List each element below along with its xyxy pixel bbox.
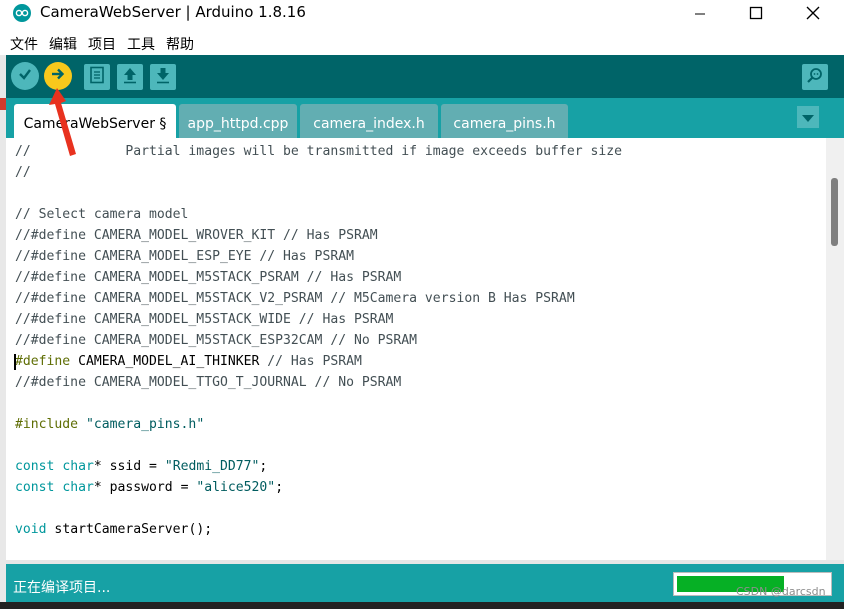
tab-label: CameraWebServer § xyxy=(23,116,167,132)
triangle-down-icon xyxy=(802,108,814,127)
code-line: //#define CAMERA_MODEL_M5STACK_ESP32CAM … xyxy=(15,333,418,348)
menu-file[interactable]: 文件 xyxy=(10,34,38,54)
status-message: 正在编译项目... xyxy=(13,580,111,596)
console-area xyxy=(0,602,844,609)
menu-sketch[interactable]: 项目 xyxy=(88,34,116,54)
code-line: // xyxy=(15,165,31,180)
code-line: //#define CAMERA_MODEL_TTGO_T_JOURNAL //… xyxy=(15,375,402,390)
code-line: #define CAMERA_MODEL_AI_THINKER // Has P… xyxy=(15,354,362,369)
tab-camerawebserver[interactable]: CameraWebServer § xyxy=(14,104,176,138)
code-line: //#define CAMERA_MODEL_M5STACK_PSRAM // … xyxy=(15,270,402,285)
upload-icon xyxy=(50,66,66,86)
tab-app-httpd[interactable]: app_httpd.cpp xyxy=(179,104,297,138)
watermark: CSDN @darcsdn xyxy=(736,585,826,598)
serial-monitor-button[interactable] xyxy=(802,64,828,90)
save-sketch-button[interactable] xyxy=(150,64,176,90)
tab-label: camera_pins.h xyxy=(453,116,556,132)
code-line: //#define CAMERA_MODEL_WROVER_KIT // Has… xyxy=(15,228,378,243)
tab-label: camera_index.h xyxy=(313,116,425,132)
verify-button[interactable] xyxy=(11,62,39,90)
verify-icon xyxy=(17,66,33,86)
maximize-icon[interactable] xyxy=(733,0,779,26)
save-icon xyxy=(155,66,171,88)
code-line: const char* ssid = "Redmi_DD77"; xyxy=(15,459,268,474)
tab-label: app_httpd.cpp xyxy=(187,116,289,132)
window-title: CameraWebServer | Arduino 1.8.16 xyxy=(40,3,306,21)
tab-camera-pins[interactable]: camera_pins.h xyxy=(441,104,568,138)
code-line: const char* password = "alice520"; xyxy=(15,480,284,495)
serial-monitor-icon xyxy=(806,66,824,88)
menu-help[interactable]: 帮助 xyxy=(166,34,194,54)
new-icon xyxy=(89,66,105,88)
menu-tools[interactable]: 工具 xyxy=(127,34,155,54)
tab-camera-index[interactable]: camera_index.h xyxy=(300,104,438,138)
tab-menu-button[interactable] xyxy=(797,106,819,128)
open-sketch-button[interactable] xyxy=(117,64,143,90)
arduino-logo-icon xyxy=(13,4,31,22)
code-line: //#define CAMERA_MODEL_ESP_EYE // Has PS… xyxy=(15,249,354,264)
code-line: void startCameraServer(); xyxy=(15,522,213,537)
annotation-arrow xyxy=(49,88,76,156)
minimize-icon[interactable] xyxy=(677,0,723,26)
menu-edit[interactable]: 编辑 xyxy=(49,34,77,54)
code-line: //#define CAMERA_MODEL_M5STACK_V2_PSRAM … xyxy=(15,291,575,306)
code-line: #include "camera_pins.h" xyxy=(15,417,205,432)
text-cursor xyxy=(14,354,16,370)
close-icon[interactable] xyxy=(790,0,836,26)
code-line: //#define CAMERA_MODEL_M5STACK_WIDE // H… xyxy=(15,312,394,327)
open-icon xyxy=(122,66,138,88)
scrollbar-thumb[interactable] xyxy=(831,178,838,246)
code-editor[interactable]: // Partial images will be transmitted if… xyxy=(6,138,826,560)
code-line: // Select camera model xyxy=(15,207,189,222)
code-line: // Partial images will be transmitted if… xyxy=(15,144,622,159)
